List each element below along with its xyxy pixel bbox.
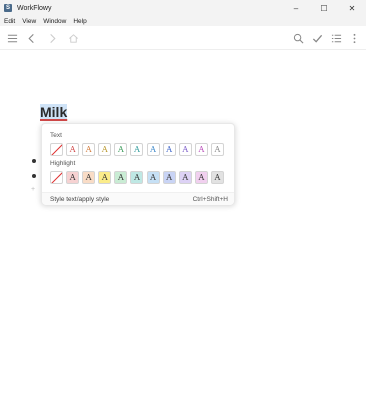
page-title[interactable]: Milk xyxy=(40,104,68,120)
text-color-swatch[interactable]: A xyxy=(66,143,80,156)
text-color-swatch[interactable]: A xyxy=(130,143,144,156)
menu-bar: Edit View Window Help xyxy=(0,16,366,26)
popup-footer[interactable]: Style text/apply style Ctrl+Shift+H xyxy=(42,192,234,205)
home-icon[interactable] xyxy=(66,31,80,45)
minimize-button[interactable]: – xyxy=(282,0,310,16)
list-icon[interactable] xyxy=(329,31,343,45)
highlight-color-row: AAAAAAAAAA xyxy=(50,171,227,184)
text-color-swatch[interactable]: A xyxy=(114,143,128,156)
highlight-color-swatch[interactable]: A xyxy=(210,171,224,184)
text-section-label: Text xyxy=(50,132,62,139)
window-title: WorkFlowy xyxy=(17,4,52,12)
text-color-swatch[interactable]: A xyxy=(82,143,96,156)
menu-icon[interactable] xyxy=(5,31,19,45)
back-icon[interactable] xyxy=(24,31,38,45)
highlight-color-swatch[interactable]: A xyxy=(98,171,112,184)
text-color-swatch[interactable]: A xyxy=(178,143,192,156)
menu-view[interactable]: View xyxy=(22,18,36,25)
toolbar xyxy=(0,26,366,50)
window-controls: – ☐ ✕ xyxy=(282,0,366,16)
search-icon[interactable] xyxy=(291,31,305,45)
no-text-color-swatch[interactable] xyxy=(50,143,63,156)
highlight-color-swatch[interactable]: A xyxy=(114,171,128,184)
forward-icon[interactable] xyxy=(45,31,59,45)
text-color-row: AAAAAAAAAA xyxy=(50,143,227,156)
highlight-color-swatch[interactable]: A xyxy=(194,171,208,184)
title-bar: S WorkFlowy – ☐ ✕ xyxy=(0,0,366,16)
text-color-swatch[interactable]: A xyxy=(162,143,176,156)
style-popup: Text AAAAAAAAAA Highlight AAAAAAAAAA Sty… xyxy=(41,123,235,205)
menu-edit[interactable]: Edit xyxy=(4,18,15,25)
check-icon[interactable] xyxy=(310,31,324,45)
highlight-color-swatch[interactable]: A xyxy=(82,171,96,184)
menu-help[interactable]: Help xyxy=(73,18,86,25)
add-bullet-icon[interactable]: + xyxy=(31,186,35,193)
more-icon[interactable] xyxy=(347,31,361,45)
text-color-swatch[interactable]: A xyxy=(210,143,224,156)
no-highlight-swatch[interactable] xyxy=(50,171,63,184)
style-apply-label: Style text/apply style xyxy=(50,196,110,203)
page-title-text: Milk xyxy=(40,104,68,120)
highlight-color-swatch[interactable]: A xyxy=(178,171,192,184)
close-button[interactable]: ✕ xyxy=(338,0,366,16)
menu-window[interactable]: Window xyxy=(43,18,66,25)
app-icon: S xyxy=(4,4,12,12)
text-color-swatch[interactable]: A xyxy=(194,143,208,156)
highlight-section-label: Highlight xyxy=(50,160,76,167)
keyboard-shortcut: Ctrl+Shift+H xyxy=(192,196,228,203)
highlight-color-swatch[interactable]: A xyxy=(146,171,160,184)
highlight-color-swatch[interactable]: A xyxy=(130,171,144,184)
text-color-swatch[interactable]: A xyxy=(98,143,112,156)
text-color-swatch[interactable]: A xyxy=(146,143,160,156)
highlight-color-swatch[interactable]: A xyxy=(162,171,176,184)
highlight-color-swatch[interactable]: A xyxy=(66,171,80,184)
maximize-button[interactable]: ☐ xyxy=(310,0,338,16)
bullet-dot[interactable] xyxy=(32,159,36,163)
bullet-dot[interactable] xyxy=(32,174,36,178)
